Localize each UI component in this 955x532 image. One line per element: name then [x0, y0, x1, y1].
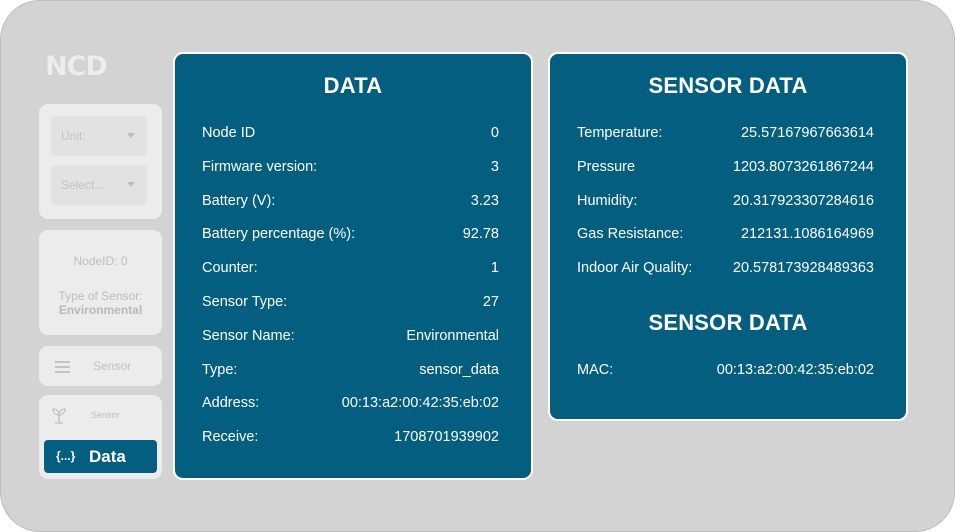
data-field-value: 1	[490, 260, 499, 277]
sensor-data-title: SENSOR DATA	[648, 73, 808, 98]
data-field-value: Environmental	[406, 327, 499, 344]
data-panel-title: DATA	[323, 73, 383, 98]
node-select-value: Select...	[61, 178, 105, 192]
sensor-data-panel: SENSOR DATA Temperature: 25.5716796766361…	[548, 52, 908, 421]
ncd-logo: NCD	[45, 51, 108, 82]
data-field-row: Battery percentage (%): 92.78	[202, 226, 499, 242]
sensor-nav-item[interactable]: Sensor	[39, 395, 162, 433]
sensor-menu-label: Sensor	[93, 359, 132, 373]
app-frame: NCD Unit: Select... NodeID: 0 Type of Se…	[0, 0, 955, 532]
data-field-value: 92.78	[462, 226, 499, 243]
sensor-field-row: Humidity: 20.317923307284616	[577, 193, 874, 209]
mac-field-row: MAC: 00:13:a2:00:42:35:eb:02	[577, 362, 874, 378]
nav-card: Sensor {...} Data	[39, 395, 162, 479]
data-field-value: 3	[490, 158, 499, 175]
sensor-type-value: Environmental	[58, 303, 143, 317]
data-field-label: Firmware version:	[202, 158, 318, 175]
data-field-row: Type: sensor_data	[202, 362, 499, 378]
data-field-label: Type:	[202, 361, 238, 378]
mac-field-value: 00:13:a2:00:42:35:eb:02	[716, 362, 874, 378]
sensor-field-row: Indoor Air Quality: 20.578173928489363	[577, 260, 874, 276]
node-select[interactable]: Select...	[51, 165, 147, 205]
selector-card: Unit: Select...	[39, 104, 162, 219]
data-field-row: Address: 00:13:a2:00:42:35:eb:02	[202, 395, 499, 411]
sensor-field-value: 20.578173928489363	[732, 260, 874, 277]
sensor-field-row: Pressure 1203.8073261867244	[577, 159, 874, 175]
data-nav-button[interactable]: {...} Data	[44, 440, 157, 473]
data-field-value: 00:13:a2:00:42:35:eb:02	[341, 395, 499, 412]
data-field-row: Sensor Type: 27	[202, 294, 499, 310]
data-nav-label: Data	[89, 447, 126, 466]
node-info-card: NodeID: 0 Type of Sensor: Environmental	[39, 230, 162, 335]
node-id-text: NodeID: 0	[73, 254, 128, 268]
sensor-field-value: 212131.1086164969	[740, 226, 874, 243]
data-field-row: Battery (V): 3.23	[202, 193, 499, 209]
data-field-label: Counter:	[202, 260, 258, 277]
unit-select-value: Unit:	[61, 129, 86, 143]
data-field-value: 3.23	[470, 192, 499, 209]
sensor-nav-label: Sensor	[91, 410, 120, 420]
plant-icon	[52, 408, 66, 424]
unit-select[interactable]: Unit:	[51, 116, 147, 156]
data-field-label: Receive:	[202, 429, 259, 446]
sensor-field-value: 25.57167967663614	[740, 125, 874, 141]
sensor-field-value: 20.317923307284616	[732, 192, 874, 209]
data-field-row: Node ID 0	[202, 125, 499, 141]
data-field-value: 0	[490, 125, 499, 141]
data-field-label: Battery percentage (%):	[202, 226, 356, 243]
data-field-value: 27	[482, 294, 499, 310]
data-panel: DATA Node ID 0 Firmware version: 3 Battery (…	[173, 52, 533, 480]
mac-field-label: MAC:	[577, 362, 614, 378]
sensor-field-label: Indoor Air Quality:	[577, 260, 693, 277]
data-field-value: 1708701939902	[394, 429, 499, 446]
data-field-label: Node ID	[202, 125, 256, 141]
curly-braces-icon: {...}	[56, 449, 76, 463]
chevron-down-icon	[127, 182, 135, 187]
hamburger-icon	[55, 361, 70, 373]
data-field-label: Battery (V):	[202, 192, 276, 209]
chevron-down-icon	[127, 133, 135, 138]
data-field-row: Sensor Name: Environmental	[202, 328, 499, 344]
sensor-field-label: Gas Resistance:	[577, 226, 684, 243]
sensor-type-label: Type of Sensor:	[58, 289, 143, 303]
sensor-field-label: Humidity:	[577, 192, 638, 209]
sensor-menu-button[interactable]: Sensor	[39, 346, 162, 386]
sensor-field-label: Temperature:	[577, 125, 663, 141]
sensor-field-value: 1203.8073261867244	[732, 158, 874, 175]
sensor-field-row: Gas Resistance: 212131.1086164969	[577, 226, 874, 242]
data-field-label: Sensor Type:	[202, 294, 288, 310]
data-field-row: Receive: 1708701939902	[202, 429, 499, 445]
sensor-field-row: Temperature: 25.57167967663614	[577, 125, 874, 141]
sensor-field-label: Pressure	[577, 158, 636, 175]
data-field-row: Firmware version: 3	[202, 159, 499, 175]
data-field-label: Address:	[202, 395, 260, 412]
data-field-label: Sensor Name:	[202, 327, 295, 344]
data-field-row: Counter: 1	[202, 260, 499, 276]
sensor-data-title-2: SENSOR DATA	[648, 310, 808, 335]
data-field-value: sensor_data	[419, 361, 499, 378]
